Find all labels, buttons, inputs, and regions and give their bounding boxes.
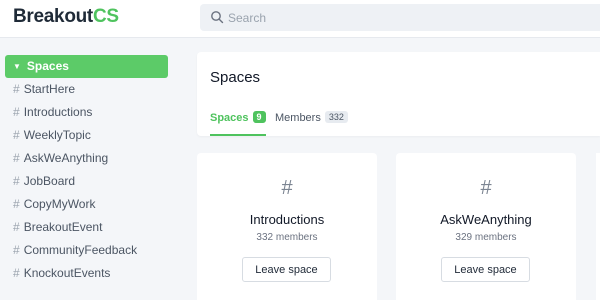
leave-space-button[interactable]: Leave space <box>441 257 530 282</box>
tab-label: Members <box>275 112 321 124</box>
hash-icon: # <box>13 243 20 257</box>
brand-name-part1: Breakout <box>13 6 93 27</box>
sidebar-item-weeklytopic[interactable]: # WeeklyTopic <box>0 124 180 147</box>
hash-icon: # <box>13 220 20 234</box>
tab-count-badge: 332 <box>324 111 348 123</box>
sidebar-item-breakoutevent[interactable]: # BreakoutEvent <box>0 216 180 239</box>
sidebar-item-label: CommunityFeedback <box>23 243 138 257</box>
hash-icon: # <box>281 177 293 199</box>
spaces-header-card: Spaces Spaces 9 Members 332 <box>197 52 600 136</box>
hash-icon: # <box>13 151 20 165</box>
sidebar-item-askweanything[interactable]: # AskWeAnything <box>0 147 180 170</box>
leave-space-button[interactable]: Leave space <box>242 257 331 282</box>
hash-icon: # <box>13 105 20 119</box>
top-bar: BreakoutCS <box>0 0 600 38</box>
search-input[interactable] <box>228 4 588 31</box>
sidebar-item-label: JobBoard <box>23 174 76 188</box>
space-name[interactable]: AskWeAnything <box>396 212 576 227</box>
hash-icon: # <box>13 266 20 280</box>
sidebar-item-label: WeeklyTopic <box>23 128 91 142</box>
tab-label: Spaces <box>210 112 249 124</box>
sidebar-item-label: AskWeAnything <box>23 151 109 165</box>
sidebar-item-label: KnockoutEvents <box>23 266 111 280</box>
space-card-introductions: # Introductions 332 members Leave space <box>197 153 377 300</box>
space-card-partial <box>596 153 600 300</box>
sidebar: ▼ Spaces # StartHere # Introductions # Weekl… <box>0 55 180 285</box>
member-count: 332 members <box>256 232 318 243</box>
sidebar-item-starthere[interactable]: # StartHere <box>0 78 180 101</box>
hash-icon: # <box>13 174 20 188</box>
page-title: Spaces <box>210 69 261 86</box>
member-count: 329 members <box>455 232 517 243</box>
brand-name-part2: CS <box>92 6 119 27</box>
tab-members[interactable]: Members 332 <box>275 111 348 136</box>
sidebar-item-label: BreakoutEvent <box>23 220 103 234</box>
caret-down-icon: ▼ <box>13 62 21 71</box>
hash-icon: # <box>480 177 492 199</box>
sidebar-item-spaces[interactable]: ▼ Spaces <box>5 55 168 78</box>
brand-logo[interactable]: BreakoutCS <box>13 6 119 28</box>
hash-icon: # <box>13 82 20 96</box>
sidebar-item-label: CopyMyWork <box>23 197 96 211</box>
space-card-askweanything: # AskWeAnything 329 members Leave space <box>396 153 576 300</box>
tab-count-badge: 9 <box>252 111 266 123</box>
sidebar-item-label: StartHere <box>23 82 76 96</box>
sidebar-item-label: Spaces <box>26 59 69 73</box>
space-name[interactable]: Introductions <box>197 212 377 227</box>
search-bar[interactable] <box>200 4 600 31</box>
sidebar-item-communityfeedback[interactable]: # CommunityFeedback <box>0 239 180 262</box>
tab-spaces[interactable]: Spaces 9 <box>210 111 266 136</box>
sidebar-item-knockoutevents[interactable]: # KnockoutEvents <box>0 262 180 285</box>
sidebar-item-label: Introductions <box>23 105 93 119</box>
hash-icon: # <box>13 128 20 142</box>
sidebar-item-copymywork[interactable]: # CopyMyWork <box>0 193 180 216</box>
search-icon <box>211 11 224 24</box>
sidebar-item-introductions[interactable]: # Introductions <box>0 101 180 124</box>
hash-icon: # <box>13 197 20 211</box>
sidebar-item-jobboard[interactable]: # JobBoard <box>0 170 180 193</box>
